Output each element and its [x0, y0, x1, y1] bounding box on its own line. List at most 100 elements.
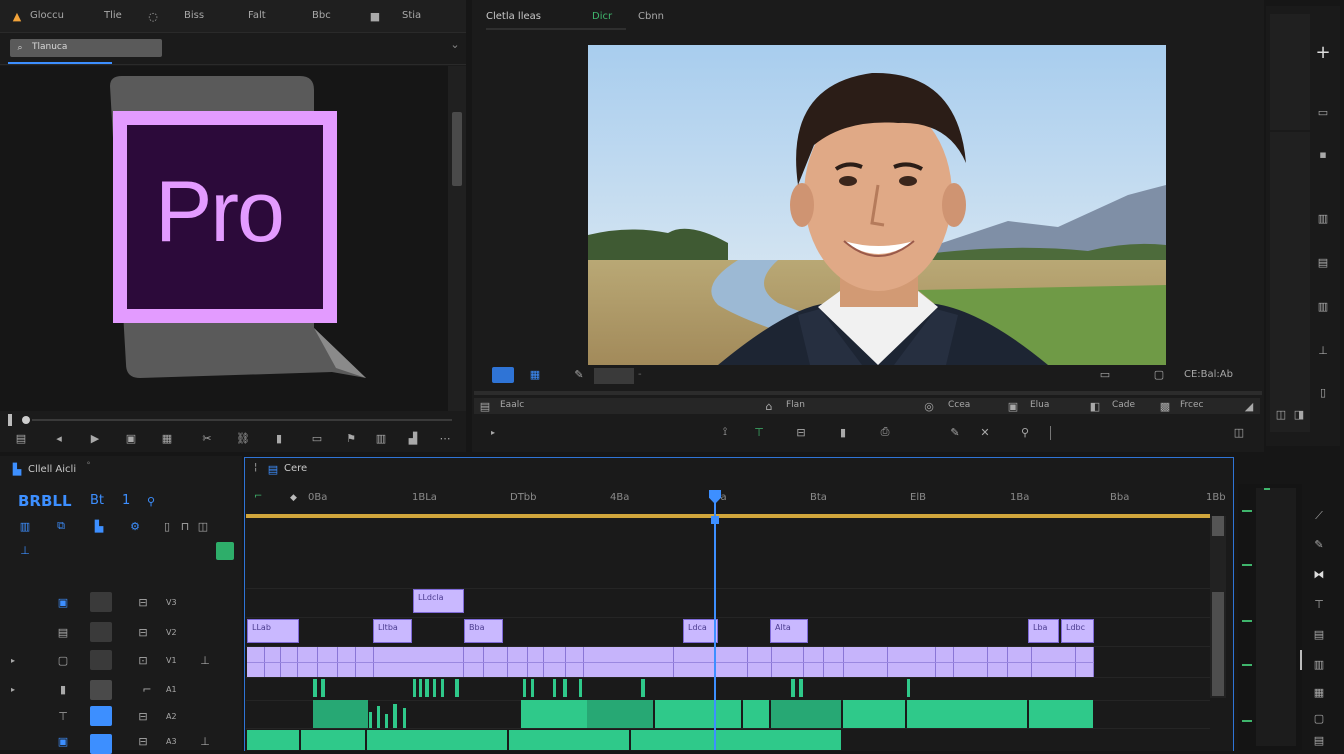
select-tool-icon[interactable]: ⟋ [1312, 509, 1326, 522]
mic-a3-icon[interactable]: ⊟ [136, 735, 150, 748]
strip-icon-3[interactable]: ▤ [1316, 256, 1330, 269]
lift-icon[interactable]: ⌂ [762, 400, 776, 413]
play-small-icon[interactable]: ▸ [486, 426, 500, 438]
strip-icon-1[interactable]: ▪ [1316, 148, 1330, 161]
menu-item-1[interactable]: Gloccu [30, 10, 64, 21]
scroll-thumb[interactable] [452, 112, 462, 186]
camera-snap-icon[interactable]: ⎙ [878, 425, 892, 438]
mic-a1-icon[interactable]: ⌐ [140, 683, 154, 696]
project-search-input[interactable]: ⌕ Tlanuca [10, 39, 162, 57]
panel-icon[interactable]: ▭ [1316, 106, 1330, 119]
solo-a3-icon[interactable]: ⊥ [198, 735, 212, 748]
link-icon[interactable]: ⛓ [236, 432, 250, 445]
video-clip[interactable]: Lba [1028, 619, 1059, 643]
zoom-dropdown[interactable] [594, 368, 634, 384]
strip-icon-8[interactable]: ◨ [1292, 408, 1306, 421]
export-icon[interactable]: ▭ [310, 432, 324, 445]
work-area-bar[interactable] [246, 514, 1210, 518]
strip-icon-2[interactable]: ▥ [1316, 212, 1330, 225]
audio-clip[interactable] [1029, 700, 1093, 728]
razor-tool-icon[interactable]: ⧓ [1312, 568, 1326, 581]
strip-icon-6[interactable]: ▯ [1316, 386, 1330, 399]
split-view-icon[interactable]: ◫ [1232, 426, 1246, 439]
toggle-output-a1-icon[interactable]: ▮ [56, 683, 70, 696]
corner-resize-icon[interactable]: ◢ [1242, 400, 1256, 413]
audio-clip[interactable] [631, 730, 841, 750]
track-target-v3[interactable] [90, 592, 112, 612]
monitor-scrubber[interactable] [474, 391, 1262, 395]
lock-icon[interactable]: ⊟ [136, 596, 150, 609]
video-clip[interactable]: Bba [464, 619, 503, 643]
display-settings-icon[interactable]: ◫ [196, 520, 210, 533]
monitor-tab-2[interactable]: Dicr [592, 11, 612, 22]
zoom-slider[interactable] [8, 414, 464, 426]
lock-v2-icon[interactable]: ⊟ [136, 626, 150, 639]
strip-icon-7[interactable]: ◫ [1274, 408, 1288, 421]
strip-icon-5[interactable]: ⊥ [1316, 344, 1330, 357]
timeline-scroll-thumb[interactable] [1212, 592, 1224, 696]
captions-icon[interactable]: ▯ [160, 520, 174, 533]
circle-icon[interactable]: ◌ [146, 10, 160, 23]
video-clip[interactable]: LLab [247, 619, 299, 643]
play-icon[interactable]: ▶ [88, 432, 102, 445]
hand-tool-icon[interactable]: ▥ [1312, 658, 1326, 671]
menu-item-5[interactable]: Bbc [312, 10, 331, 21]
video-clip[interactable]: Alta [770, 619, 808, 643]
marker-icon[interactable]: ▮ [272, 432, 286, 445]
safe-margin-icon[interactable]: ▭ [1098, 368, 1112, 381]
fit-icon[interactable]: ▦ [528, 368, 542, 381]
v1-clip-strip[interactable] [247, 647, 1094, 677]
project-scrollbar[interactable] [448, 66, 466, 411]
monitor-tab-3[interactable]: Cbnn [638, 11, 664, 22]
chart-icon[interactable]: ▟ [406, 432, 420, 445]
toggle-output-a3-icon[interactable]: ▣ [56, 735, 70, 748]
close-mark[interactable]: ¦ [254, 462, 257, 473]
list-icon[interactable]: ▤ [14, 432, 28, 445]
fullscreen-icon[interactable]: ▢ [1152, 368, 1166, 381]
mute-v1-icon[interactable]: ⊥ [198, 654, 212, 667]
track-settings-icon[interactable]: ⊓ [178, 520, 192, 533]
camera-icon[interactable]: ▣ [124, 432, 138, 445]
toggle-output-a2-icon[interactable]: ⊤ [56, 710, 70, 723]
add-marker-icon[interactable]: ⊥ [18, 544, 32, 557]
audio-clip[interactable] [521, 700, 587, 728]
more-icon[interactable]: ⋯ [438, 432, 452, 445]
audio-clip[interactable] [843, 700, 905, 728]
mark-in-icon[interactable]: ▤ [478, 400, 492, 413]
audio-clip[interactable] [247, 730, 299, 750]
wrench-icon[interactable]: ⚙ [128, 520, 142, 533]
toggle-output-icon[interactable]: ▣ [56, 596, 70, 609]
lock-v1-icon[interactable]: ⊡ [136, 654, 150, 667]
filter-icon[interactable]: ⚲ [144, 495, 158, 508]
chevron-down-icon[interactable]: ⌄ [448, 38, 462, 51]
playhead-line[interactable] [714, 492, 716, 750]
pen-tool-icon[interactable]: ✎ [1312, 538, 1326, 551]
ripple-tool-icon[interactable]: ⊤ [1312, 598, 1326, 611]
type-tool-icon[interactable]: ▢ [1312, 712, 1326, 725]
toggle-output-v1-icon[interactable]: ▢ [56, 654, 70, 667]
overwrite-icon[interactable]: ⊟ [794, 426, 808, 439]
layout-icon[interactable]: ▥ [374, 432, 388, 445]
clip-icon[interactable]: ▮ [836, 426, 850, 439]
compare-icon[interactable]: ◧ [1088, 400, 1102, 413]
snap-icon[interactable]: ▥ [18, 520, 32, 533]
monitor-timecode[interactable]: CE:Bal:Ab [1184, 369, 1233, 380]
track-target-a3[interactable] [90, 734, 112, 754]
pen-icon[interactable]: ✎ [948, 426, 962, 439]
mic-a2-icon[interactable]: ⊟ [136, 710, 150, 723]
strip-icon-4[interactable]: ▥ [1316, 300, 1330, 313]
scissor-icon[interactable]: ✂ [200, 432, 214, 445]
track-target-a2[interactable] [90, 706, 112, 726]
audio-clip[interactable] [743, 700, 769, 728]
tools-icon[interactable]: ✕ [978, 426, 992, 439]
linked-icon[interactable]: ⧉ [54, 519, 68, 532]
edit-icon[interactable]: ✎ [572, 368, 586, 381]
settings-button[interactable] [492, 367, 514, 383]
menu-item-2[interactable]: Tlie [104, 10, 122, 21]
video-clip[interactable]: LLdcla [413, 589, 464, 613]
audio-clip[interactable] [313, 700, 368, 728]
step-back-icon[interactable]: ◂ [52, 432, 66, 445]
marker-add-icon[interactable]: ▙ [92, 520, 106, 533]
pin-icon[interactable]: ⚲ [1018, 426, 1032, 439]
monitor-title[interactable]: Cletla lleas [486, 11, 541, 22]
